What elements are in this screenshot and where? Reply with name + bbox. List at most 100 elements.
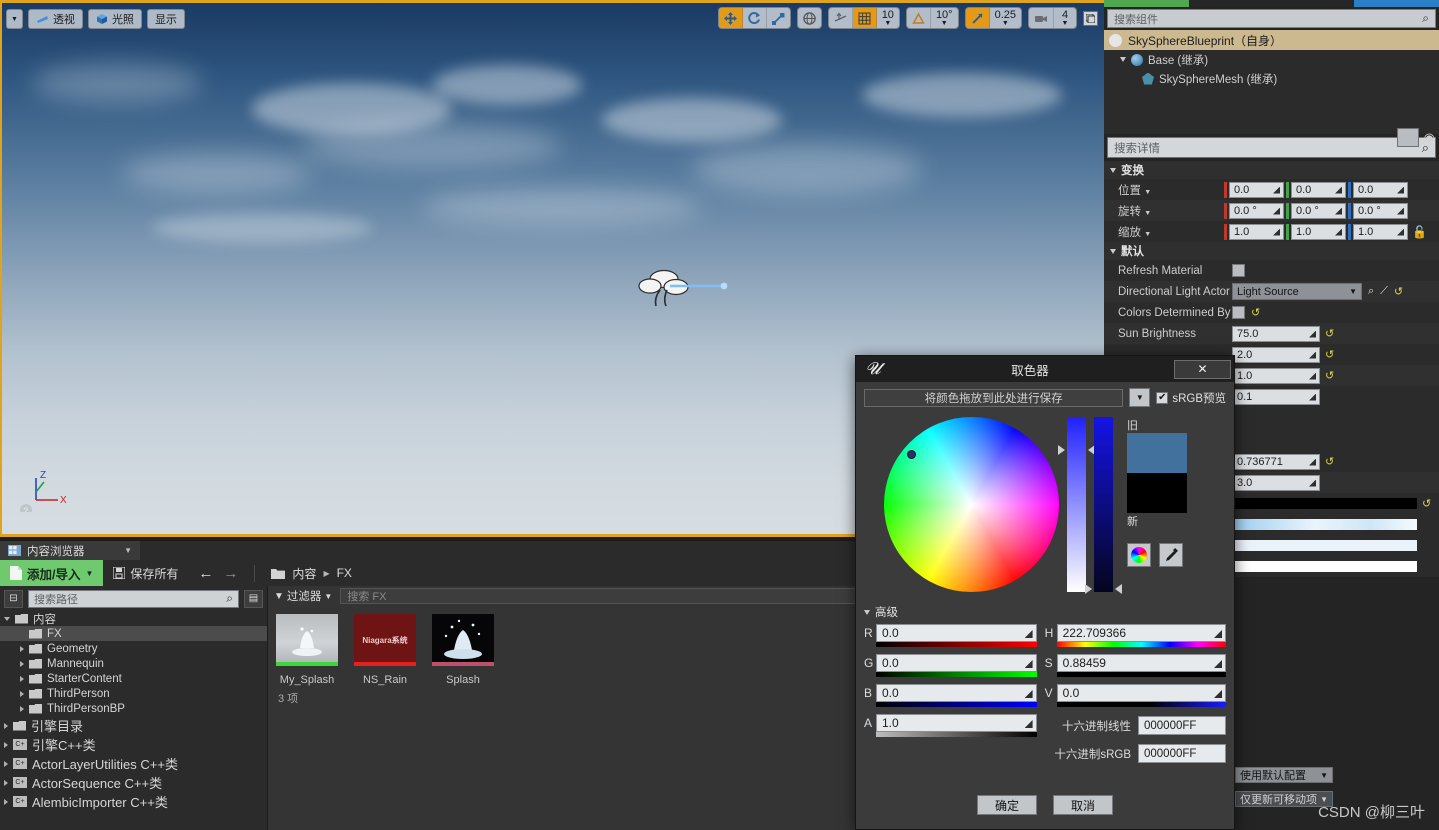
channel-row-a[interactable]: A 1.0 (864, 714, 1037, 737)
angle-snap-value[interactable]: 10° ▼ (931, 8, 958, 28)
channel-b-gradient[interactable] (876, 702, 1037, 707)
colors-determined-checkbox[interactable] (1232, 306, 1245, 319)
rotation-y-field[interactable]: 0.0 ° (1291, 202, 1346, 219)
reset-icon[interactable]: ↺ (1325, 348, 1334, 361)
lit-button[interactable]: 光照 (87, 9, 142, 29)
value-slider[interactable] (1058, 417, 1095, 592)
color-wheel-area[interactable]: 旧 新 (864, 417, 1226, 594)
arrow-left-icon[interactable]: ← (198, 565, 213, 582)
folder-tree-item[interactable]: StarterContent (0, 671, 267, 686)
folder-tree-item[interactable]: C+ AlembicImporter C++类 (0, 792, 267, 811)
scale-fields[interactable]: 1.0 1.0 1.0 🔓 (1224, 223, 1427, 240)
asset-item[interactable]: My_Splash (276, 614, 338, 686)
ok-button[interactable]: 确定 (977, 795, 1037, 815)
slider-handle-right-icon[interactable] (1115, 584, 1122, 594)
chevron-down-icon[interactable] (1110, 167, 1116, 173)
chevron-right-icon[interactable] (4, 779, 8, 786)
add-import-button[interactable]: 添加/导入 ▼ (0, 560, 104, 586)
reset-icon[interactable]: ↺ (1422, 497, 1431, 510)
property-row-refresh-material[interactable]: Refresh Material (1104, 260, 1439, 281)
scale-z-field[interactable]: 1.0 (1353, 223, 1408, 240)
chevron-right-icon[interactable] (4, 722, 8, 729)
channel-r-input[interactable]: 0.0 (876, 624, 1037, 642)
channel-row-g[interactable]: G 0.0 (864, 654, 1037, 677)
chevron-down-icon[interactable] (1110, 248, 1116, 254)
channel-row-h[interactable]: H 222.709366 (1045, 624, 1226, 647)
tree-options-icon[interactable]: ▤ (244, 589, 263, 608)
channel-r-gradient[interactable] (876, 642, 1037, 647)
eye-icon[interactable]: ◉ (1424, 130, 1435, 146)
eyedropper-icon[interactable]: ⟋ (1380, 285, 1388, 298)
content-browser-tab[interactable]: 内容浏览器 ▼ (0, 541, 140, 560)
transform-mode-group[interactable] (717, 7, 791, 29)
chevron-right-icon[interactable] (20, 705, 24, 712)
cancel-button[interactable]: 取消 (1053, 795, 1113, 815)
niagara-actor-icon[interactable] (638, 268, 748, 310)
viewport-menu-button[interactable]: ▼ (6, 9, 23, 29)
channel-g-gradient[interactable] (876, 672, 1037, 677)
folder-tree-item[interactable]: C+ ActorLayerUtilities C++类 (0, 754, 267, 773)
angle-snap-icon[interactable] (907, 8, 931, 28)
chevron-right-icon[interactable] (20, 675, 24, 682)
property-row-scale[interactable]: 缩放 ▼ 1.0 1.0 1.0 🔓 (1104, 221, 1439, 242)
advanced-section-header[interactable]: 高级 (864, 604, 1226, 620)
rotation-z-field[interactable]: 0.0 ° (1353, 202, 1408, 219)
location-z-field[interactable]: 0.0 (1353, 181, 1408, 198)
folder-tree-item[interactable]: Mannequin (0, 656, 267, 671)
component-tree[interactable]: SkySphereBlueprint（自身） Base (继承) SkySphe… (1104, 30, 1439, 134)
folder-tree-item[interactable]: C+ 引擎C++类 (0, 735, 267, 754)
chevron-down-icon[interactable]: ▼ (124, 546, 132, 555)
channel-b-input[interactable]: 0.0 (876, 684, 1037, 702)
chevron-right-icon[interactable] (20, 660, 24, 667)
component-item-base[interactable]: Base (继承) (1104, 50, 1439, 69)
breadcrumb-item-fx[interactable]: FX (337, 566, 352, 580)
scale-x-field[interactable]: 1.0 (1229, 223, 1284, 240)
breadcrumb[interactable]: 内容 ▶ FX (261, 565, 362, 582)
slider-handle-left-icon[interactable] (1058, 445, 1065, 455)
arrow-right-icon[interactable]: → (223, 565, 238, 582)
numeric-field-5[interactable]: 1.0 (1232, 367, 1320, 384)
picker-buttons[interactable] (1127, 543, 1189, 567)
chevron-down-icon[interactable] (4, 616, 10, 621)
channel-g-input[interactable]: 0.0 (876, 654, 1037, 672)
hex-linear-input[interactable]: 000000FF (1138, 716, 1226, 735)
location-x-field[interactable]: 0.0 (1229, 181, 1284, 198)
grid-snap-icon[interactable] (852, 8, 877, 28)
bottom-combo-1[interactable]: 使用默认配置 ▼ (1235, 767, 1333, 783)
color-swatch-skyblue[interactable] (1232, 519, 1417, 530)
chevron-right-icon[interactable] (4, 741, 8, 748)
folder-tree-item[interactable]: 内容 (0, 611, 267, 626)
alpha-slider[interactable] (1085, 417, 1122, 594)
nav-buttons[interactable]: ← → (188, 565, 248, 582)
path-search-input[interactable]: 搜索路径 ⌕ (28, 589, 239, 608)
channel-a-input[interactable]: 1.0 (876, 714, 1037, 732)
channel-s-gradient[interactable] (1056, 672, 1226, 677)
collapse-tree-icon[interactable]: ⊟ (4, 589, 23, 608)
move-tool-icon[interactable] (718, 8, 743, 28)
camera-speed-icon[interactable] (1029, 8, 1054, 28)
channel-v-gradient[interactable] (1056, 702, 1226, 707)
numeric-field-7[interactable]: 0.736771 (1232, 453, 1320, 470)
chevron-right-icon[interactable] (4, 760, 8, 767)
refresh-material-checkbox[interactable] (1232, 264, 1245, 277)
numeric-field-6[interactable]: 0.1 (1232, 388, 1320, 405)
surface-snap-icon[interactable] (829, 8, 853, 28)
eyedropper-icon[interactable] (1159, 543, 1183, 567)
asset-item[interactable]: Splash (432, 614, 494, 686)
property-row-rotation[interactable]: 旋转 ▼ 0.0 ° 0.0 ° 0.0 ° (1104, 200, 1439, 221)
drop-zone-row[interactable]: 将颜色拖放到此处进行保存 ▼ ✔ sRGB预览 (864, 388, 1226, 407)
color-wheel[interactable] (884, 417, 1059, 592)
scale-y-field[interactable]: 1.0 (1291, 223, 1346, 240)
details-search-input[interactable]: 搜索详情 ⌕ (1107, 137, 1436, 158)
coordinate-space-button[interactable] (796, 7, 822, 29)
asset-thumbnail[interactable] (432, 614, 494, 666)
color-picker-dialog[interactable]: 𝓤 取色器 ✕ 将颜色拖放到此处进行保存 ▼ ✔ sRGB预览 旧 新 高级 R… (855, 355, 1235, 830)
details-grid-view-button[interactable] (1396, 128, 1419, 147)
channel-row-r[interactable]: R 0.0 (864, 624, 1037, 647)
dialog-buttons[interactable]: 确定 取消 (856, 795, 1234, 815)
chevron-down-icon[interactable] (864, 609, 870, 615)
channel-a-gradient[interactable] (876, 732, 1037, 737)
camera-speed-group[interactable]: 4 ▼ (1028, 7, 1077, 29)
save-all-button[interactable]: 保存所有 (103, 565, 188, 582)
grid-size-value[interactable]: 10 ▼ (877, 8, 899, 28)
